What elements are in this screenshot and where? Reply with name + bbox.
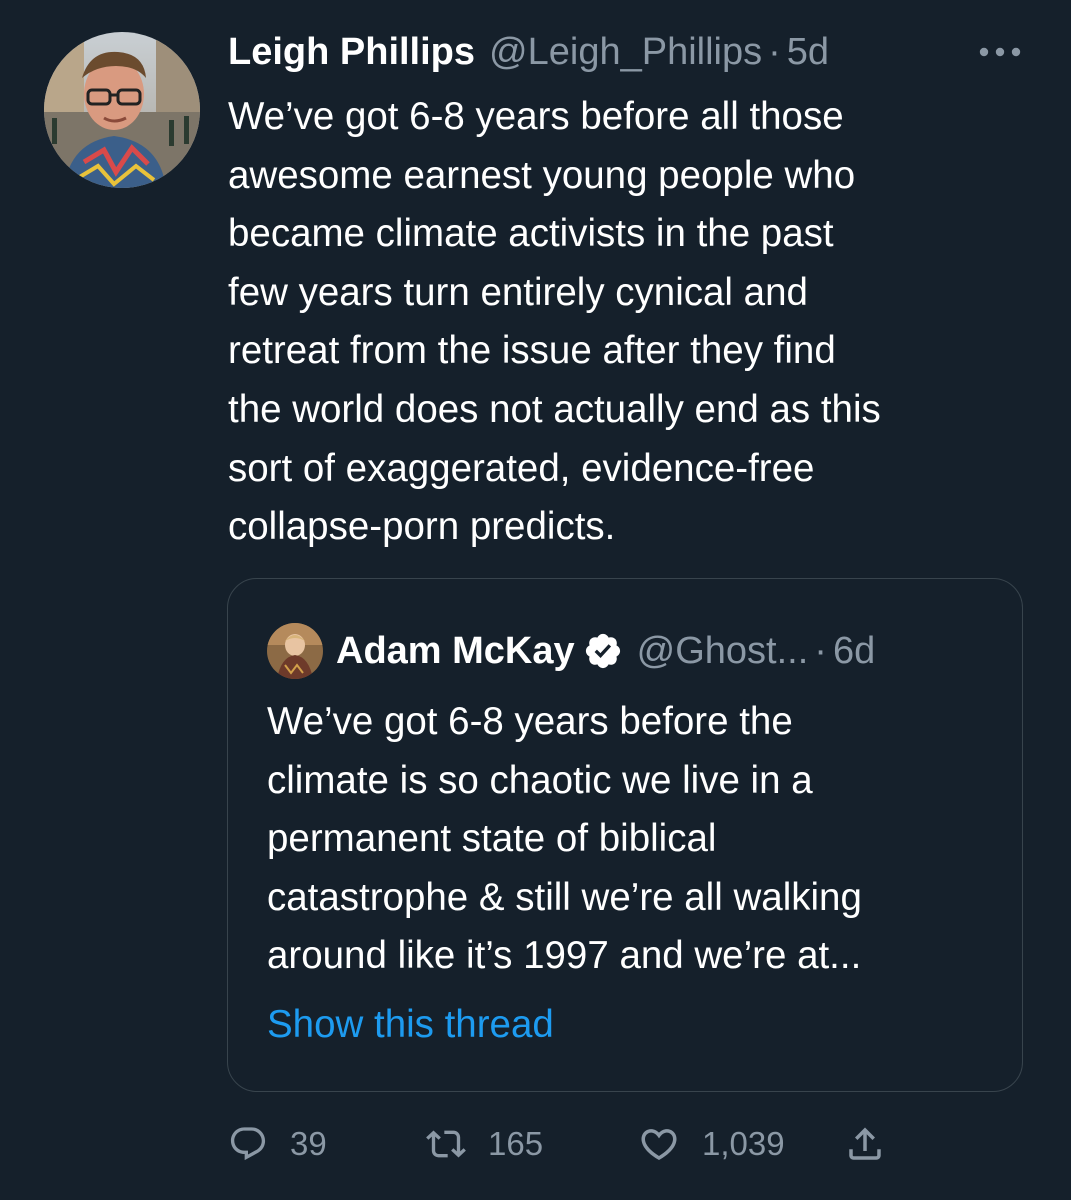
quoted-author-avatar[interactable] xyxy=(267,623,323,679)
like-button[interactable]: 1,039 xyxy=(638,1118,785,1170)
quoted-author-handle[interactable]: @Ghost... xyxy=(637,630,809,673)
author-name[interactable]: Leigh Phillips xyxy=(228,31,475,74)
tweet-text: We’ve got 6-8 years before all those awe… xyxy=(228,95,881,549)
quoted-tweet-card[interactable]: Adam McKay @Ghost... · 6d We’ve got 6-8 … xyxy=(227,578,1023,1092)
share-button[interactable] xyxy=(844,1118,886,1170)
author-avatar[interactable] xyxy=(44,32,200,188)
quoted-tweet-timestamp[interactable]: 6d xyxy=(833,630,875,673)
author-handle[interactable]: @Leigh_Phillips xyxy=(489,31,762,74)
retweet-button[interactable]: 165 xyxy=(426,1118,543,1170)
separator-dot: · xyxy=(768,30,781,73)
quoted-tweet-header: Adam McKay @Ghost... · 6d xyxy=(336,623,875,679)
reply-count: 39 xyxy=(290,1125,327,1162)
like-icon xyxy=(641,1129,677,1161)
reply-icon xyxy=(230,1127,266,1161)
verified-badge-icon xyxy=(583,631,623,671)
retweet-icon xyxy=(426,1130,466,1158)
show-thread-link[interactable]: Show this thread xyxy=(267,1003,554,1047)
retweet-count: 165 xyxy=(488,1125,544,1162)
tweet-header: Leigh Phillips @Leigh_Phillips · 5d xyxy=(228,26,829,78)
tweet-actions: 39 165 1,039 xyxy=(228,1118,928,1170)
like-count: 1,039 xyxy=(702,1125,785,1162)
tweet[interactable]: Leigh Phillips @Leigh_Phillips · 5d We’v… xyxy=(0,0,1071,1200)
more-horizontal-icon xyxy=(979,47,1021,57)
quoted-author-name[interactable]: Adam McKay xyxy=(336,630,575,673)
reply-button[interactable]: 39 xyxy=(228,1118,327,1170)
share-icon xyxy=(849,1127,881,1160)
tweet-timestamp[interactable]: 5d xyxy=(787,31,829,74)
quoted-tweet-text: We’ve got 6-8 years before the climate i… xyxy=(267,700,862,978)
more-options-button[interactable] xyxy=(968,30,1032,74)
separator-dot: · xyxy=(814,629,827,672)
